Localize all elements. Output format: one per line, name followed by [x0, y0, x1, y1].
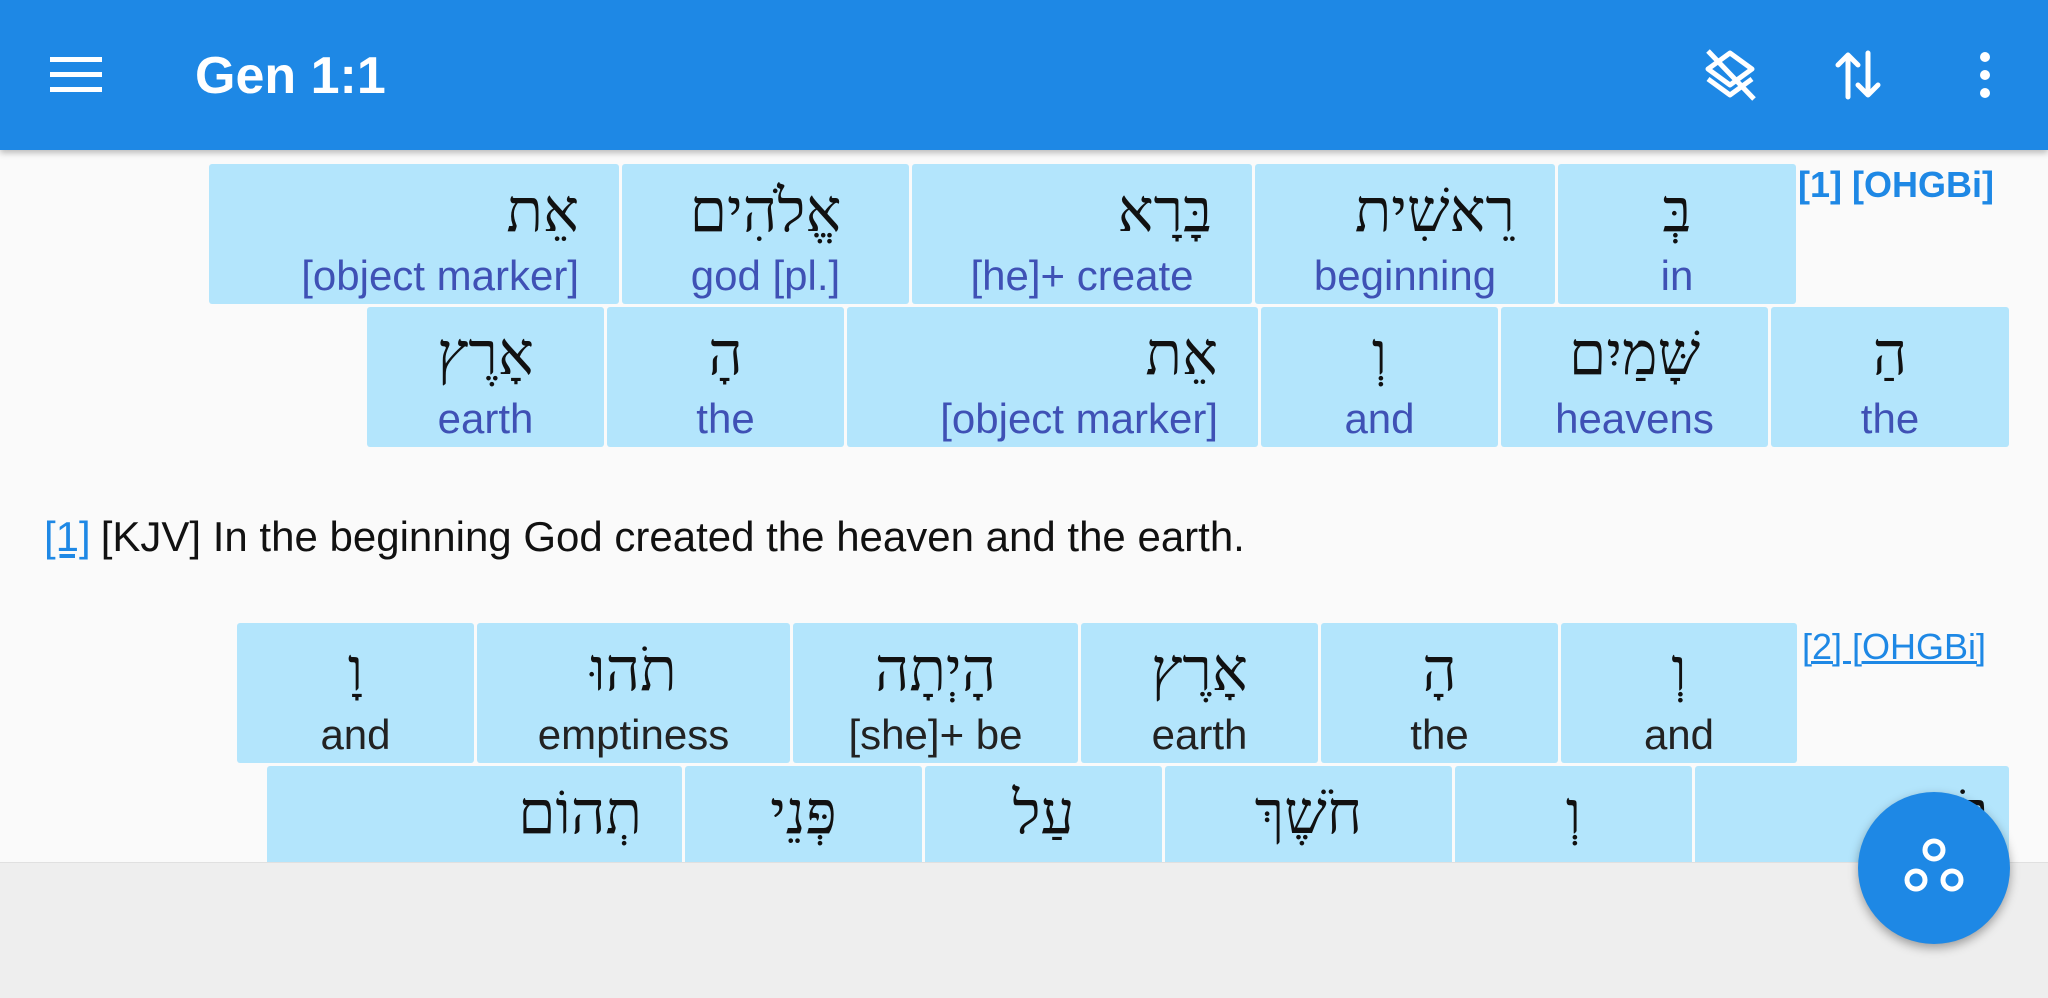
hebrew-word: הַ — [1872, 319, 1908, 389]
hebrew-word: הָ — [708, 319, 743, 389]
verse-1-reference[interactable]: [1] [OHGBi] — [1798, 164, 1994, 206]
floating-action-button[interactable] — [1858, 792, 2010, 944]
hebrew-word: וְ — [1671, 635, 1687, 705]
hebrew-word: הָ — [1422, 635, 1457, 705]
interlinear-content[interactable]: [1] [OHGBi] בְּ in רֵאשִׁית beginning בָ… — [0, 150, 2048, 862]
word-block[interactable]: הָיְתָה [she]+ be — [793, 623, 1078, 763]
hebrew-word: שָּׁמַיִם — [1568, 319, 1701, 389]
word-gloss: emptiness — [537, 711, 730, 758]
word-block[interactable]: פְּנֵי — [685, 766, 922, 862]
word-block[interactable]: הָ the — [607, 307, 844, 447]
word-block[interactable]: אֵת [object marker] — [847, 307, 1258, 447]
word-gloss: [object marker] — [301, 252, 579, 299]
word-gloss: earth — [1151, 711, 1248, 758]
word-gloss: [she]+ be — [848, 711, 1023, 758]
word-gloss: in — [1660, 252, 1694, 299]
kjv-reference-link[interactable]: [1] — [44, 513, 91, 560]
word-gloss: the — [1860, 395, 1920, 442]
word-gloss: beginning — [1313, 252, 1497, 299]
word-block[interactable]: תֹהוּ emptiness — [477, 623, 790, 763]
hebrew-word: בָּרָא — [1117, 176, 1212, 246]
hebrew-word: בְּ — [1662, 176, 1692, 246]
menu-icon[interactable] — [40, 0, 112, 150]
word-gloss: the — [696, 395, 755, 442]
word-gloss: earth — [437, 395, 534, 442]
word-block[interactable]: רֵאשִׁית beginning — [1255, 164, 1555, 304]
hebrew-word: תְהוֹם — [518, 778, 642, 848]
hebrew-word: רֵאשִׁית — [1354, 176, 1515, 246]
word-gloss: and — [1643, 711, 1715, 758]
word-block[interactable]: עַל — [925, 766, 1162, 862]
more-vert-icon[interactable] — [1960, 0, 2010, 150]
word-block[interactable]: אֵת [object marker] — [209, 164, 619, 304]
word-block[interactable]: אָרֶץ earth — [367, 307, 604, 447]
swap-vertical-icon[interactable] — [1828, 0, 1888, 150]
word-block[interactable]: חֹשֶׁךְ — [1165, 766, 1452, 862]
kjv-text: [KJV] In the beginning God created the h… — [100, 513, 1245, 560]
hebrew-word: אָרֶץ — [1151, 635, 1248, 705]
word-block[interactable]: תְהוֹם — [267, 766, 682, 862]
word-gloss: and — [1344, 395, 1415, 442]
bottom-panel — [0, 862, 2048, 998]
word-gloss: and — [320, 711, 391, 758]
hebrew-word: חֹשֶׁךְ — [1254, 778, 1363, 848]
word-block[interactable]: שָּׁמַיִם heavens — [1501, 307, 1768, 447]
word-block[interactable]: בָּרָא [he]+ create — [912, 164, 1252, 304]
word-block[interactable]: וְ — [1455, 766, 1692, 862]
share-nodes-icon — [1902, 836, 1966, 900]
hebrew-word: אֱלֹהִים — [689, 176, 842, 246]
word-block[interactable]: הַ the — [1771, 307, 2009, 447]
word-block[interactable]: וְ and — [1261, 307, 1498, 447]
word-block[interactable]: אֱלֹהִים god [pl.] — [622, 164, 909, 304]
app-bar: Gen 1:1 — [0, 0, 2048, 150]
hebrew-word: עַל — [1012, 778, 1075, 848]
hebrew-word: וְ — [1565, 778, 1582, 848]
word-gloss: the — [1410, 711, 1469, 758]
hebrew-word: אֵת — [506, 176, 579, 246]
word-block[interactable]: וָ and — [237, 623, 474, 763]
word-block[interactable]: בְּ in — [1558, 164, 1796, 304]
hebrew-word: וָ — [347, 635, 364, 705]
word-gloss: god [pl.] — [690, 252, 841, 299]
word-gloss: heavens — [1555, 395, 1714, 442]
word-gloss: [object marker] — [940, 395, 1218, 442]
verse-2-reference[interactable]: [2] [OHGBi] — [1802, 626, 1986, 668]
layers-off-icon[interactable] — [1700, 0, 1760, 150]
hebrew-word: וְ — [1371, 319, 1388, 389]
hebrew-word: פְּנֵי — [770, 778, 837, 848]
word-gloss: [he]+ create — [970, 252, 1194, 299]
hebrew-word: אָרֶץ — [437, 319, 534, 389]
word-block[interactable]: וְ and — [1561, 623, 1797, 763]
page-title: Gen 1:1 — [195, 47, 386, 105]
hebrew-word: תֹהוּ — [590, 635, 677, 705]
kjv-verse-text: [1] [KJV] In the beginning God created th… — [44, 513, 1245, 561]
hebrew-word: אֵת — [1145, 319, 1218, 389]
word-block[interactable]: הָ the — [1321, 623, 1558, 763]
word-block[interactable]: אָרֶץ earth — [1081, 623, 1318, 763]
hebrew-word: הָיְתָה — [874, 635, 997, 705]
